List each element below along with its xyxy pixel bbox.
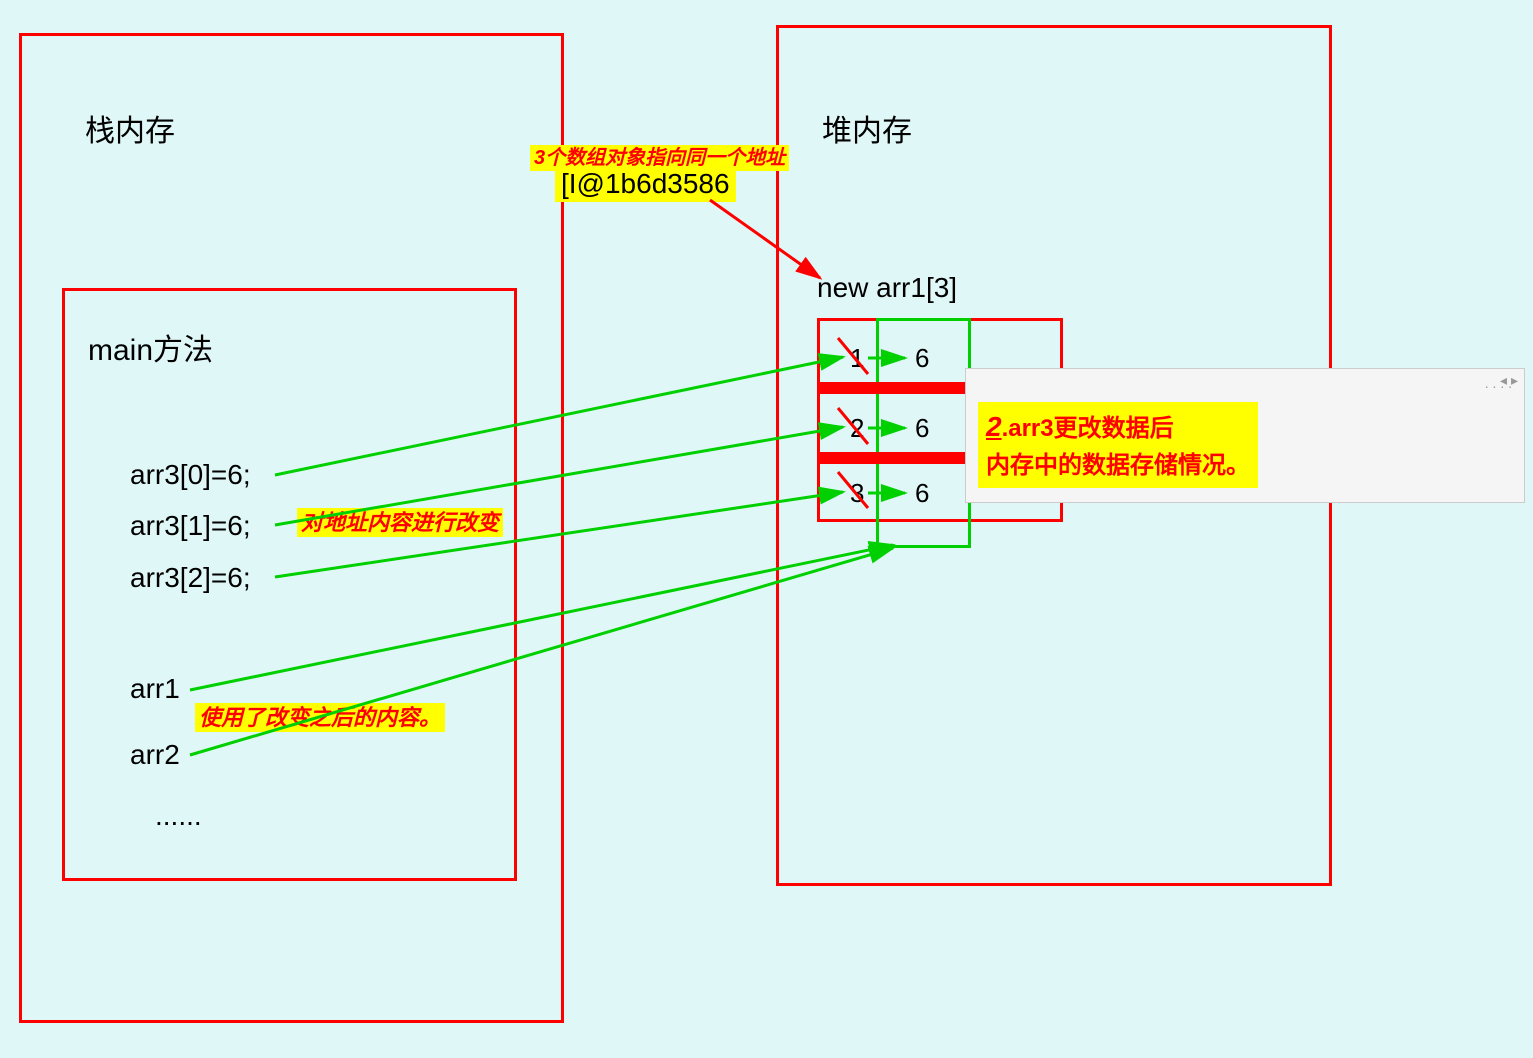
stack-title: 栈内存 bbox=[85, 106, 175, 150]
heap-array-decl: new arr1[3] bbox=[817, 272, 957, 304]
code-line-arr3-1: arr3[1]=6; bbox=[130, 510, 251, 542]
code-line-arr2: arr2 bbox=[130, 739, 180, 771]
code-line-arr3-2: arr3[2]=6; bbox=[130, 562, 251, 594]
cell-new-0: 6 bbox=[915, 343, 929, 374]
heap-title: 堆内存 bbox=[822, 106, 912, 150]
scroll-arrow-icon[interactable]: ◂ ▸ bbox=[1500, 372, 1518, 389]
main-method-title: main方法 bbox=[88, 325, 213, 369]
annotation-change-content: 对地址内容进行改变 bbox=[297, 505, 503, 537]
cell-old-1: 2 bbox=[850, 413, 864, 444]
cell-new-2: 6 bbox=[915, 478, 929, 509]
cell-old-2: 3 bbox=[850, 478, 864, 509]
annotation-use-changed: 使用了改变之后的内容。 bbox=[195, 700, 445, 732]
code-line-ellipsis: ...... bbox=[155, 800, 202, 832]
code-line-arr3-0: arr3[0]=6; bbox=[130, 459, 251, 491]
tooltip-annotation: 2.arr3更改数据后 内存中的数据存储情况。 bbox=[978, 402, 1258, 488]
cell-new-1: 6 bbox=[915, 413, 929, 444]
code-line-arr1: arr1 bbox=[130, 673, 180, 705]
cell-old-0: 1 bbox=[850, 343, 864, 374]
address-value: [I@1b6d3586 bbox=[555, 166, 736, 202]
